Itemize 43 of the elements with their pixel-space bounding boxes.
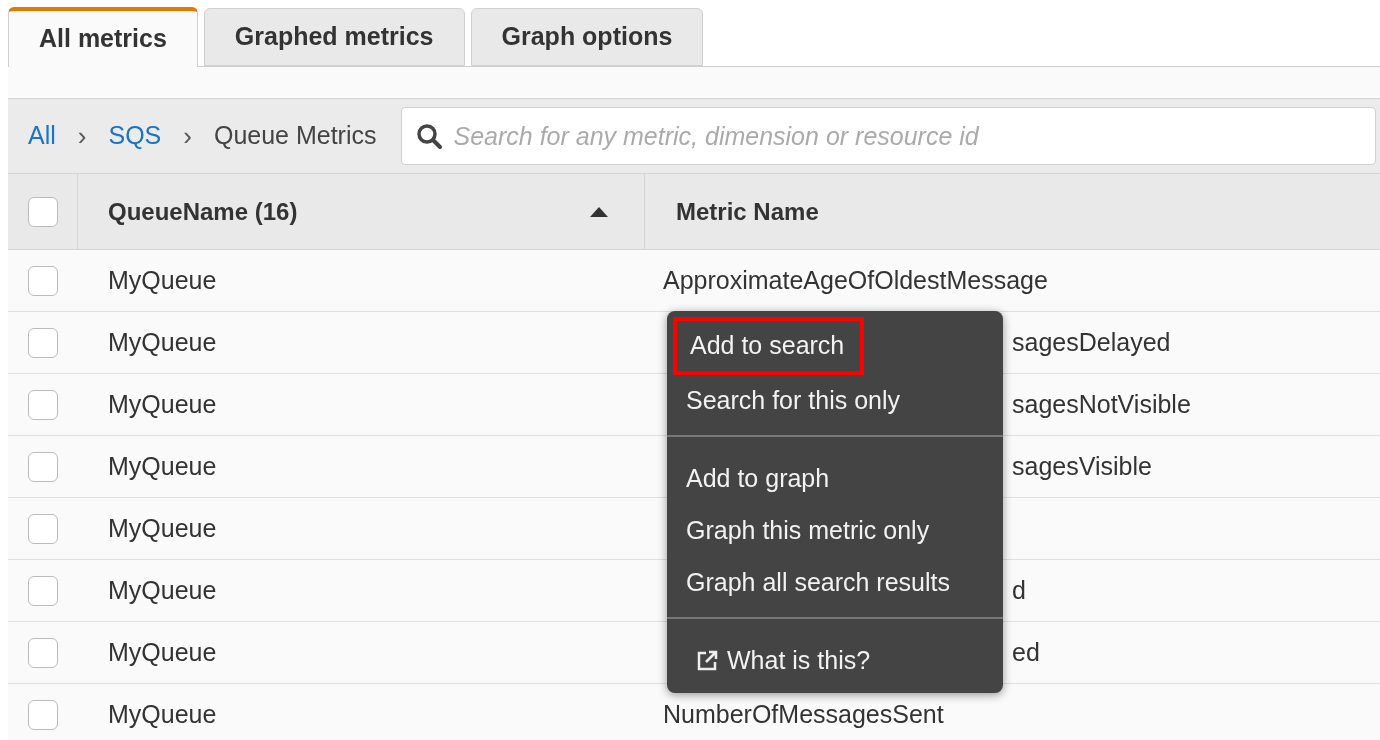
table-cell-text: MyQueue [108, 388, 217, 420]
table-cell-text: MyQueue [108, 636, 217, 668]
checkbox[interactable] [28, 699, 58, 730]
tab[interactable]: All metrics [8, 7, 198, 67]
tab[interactable]: Graph options [470, 8, 704, 66]
checkbox[interactable] [28, 451, 58, 482]
menu-item[interactable]: Search for this only [667, 375, 900, 427]
checkbox[interactable] [28, 389, 58, 420]
breadcrumb-link[interactable]: All [28, 117, 56, 155]
table-cell-text: sagesVisible [1012, 450, 1152, 482]
table-cell-text: ed [1012, 636, 1040, 668]
table-cell-text: ApproximateAgeOfOldestMessage [663, 264, 1048, 296]
table-cell-text: d [1012, 574, 1026, 606]
breadcrumb-link[interactable]: SQS [108, 117, 162, 155]
column-header[interactable]: QueueName (16) [108, 193, 298, 230]
checkbox[interactable] [28, 327, 58, 358]
table-cell-text: NumberOfMessagesSent [663, 698, 944, 730]
table-cell-text: MyQueue [108, 698, 217, 730]
checkbox[interactable] [28, 513, 58, 544]
table-cell-text: MyQueue [108, 264, 217, 296]
tab[interactable]: Graphed metrics [203, 8, 465, 66]
table-cell-text: MyQueue [108, 512, 217, 544]
breadcrumb-separator: › [77, 119, 87, 153]
table-cell-text: sagesDelayed [1012, 326, 1171, 358]
checkbox[interactable] [28, 637, 58, 668]
menu-item[interactable]: Add to search [673, 317, 865, 375]
checkbox[interactable] [27, 196, 58, 227]
table-cell-text: MyQueue [108, 574, 217, 606]
breadcrumb-current: Queue Metrics [213, 120, 377, 152]
column-header[interactable]: Metric Name [676, 193, 819, 230]
checkbox[interactable] [28, 265, 58, 296]
checkbox[interactable] [28, 575, 58, 606]
menu-item[interactable]: Graph all search results [667, 557, 950, 609]
table-cell-text: sagesNotVisible [1012, 388, 1191, 420]
breadcrumb-separator: › [183, 119, 192, 153]
menu-item[interactable]: Add to graph [667, 453, 830, 505]
table-cell-text: MyQueue [108, 450, 217, 482]
menu-item[interactable]: Graph this metric only [667, 505, 930, 557]
search-icon [415, 123, 442, 149]
search-field[interactable]: Search for any metric, dimension or resource id [400, 107, 1376, 165]
table-cell-text: MyQueue [108, 326, 217, 358]
help-link[interactable]: What is this? [667, 635, 871, 687]
sort-ascending-icon[interactable] [590, 206, 608, 217]
